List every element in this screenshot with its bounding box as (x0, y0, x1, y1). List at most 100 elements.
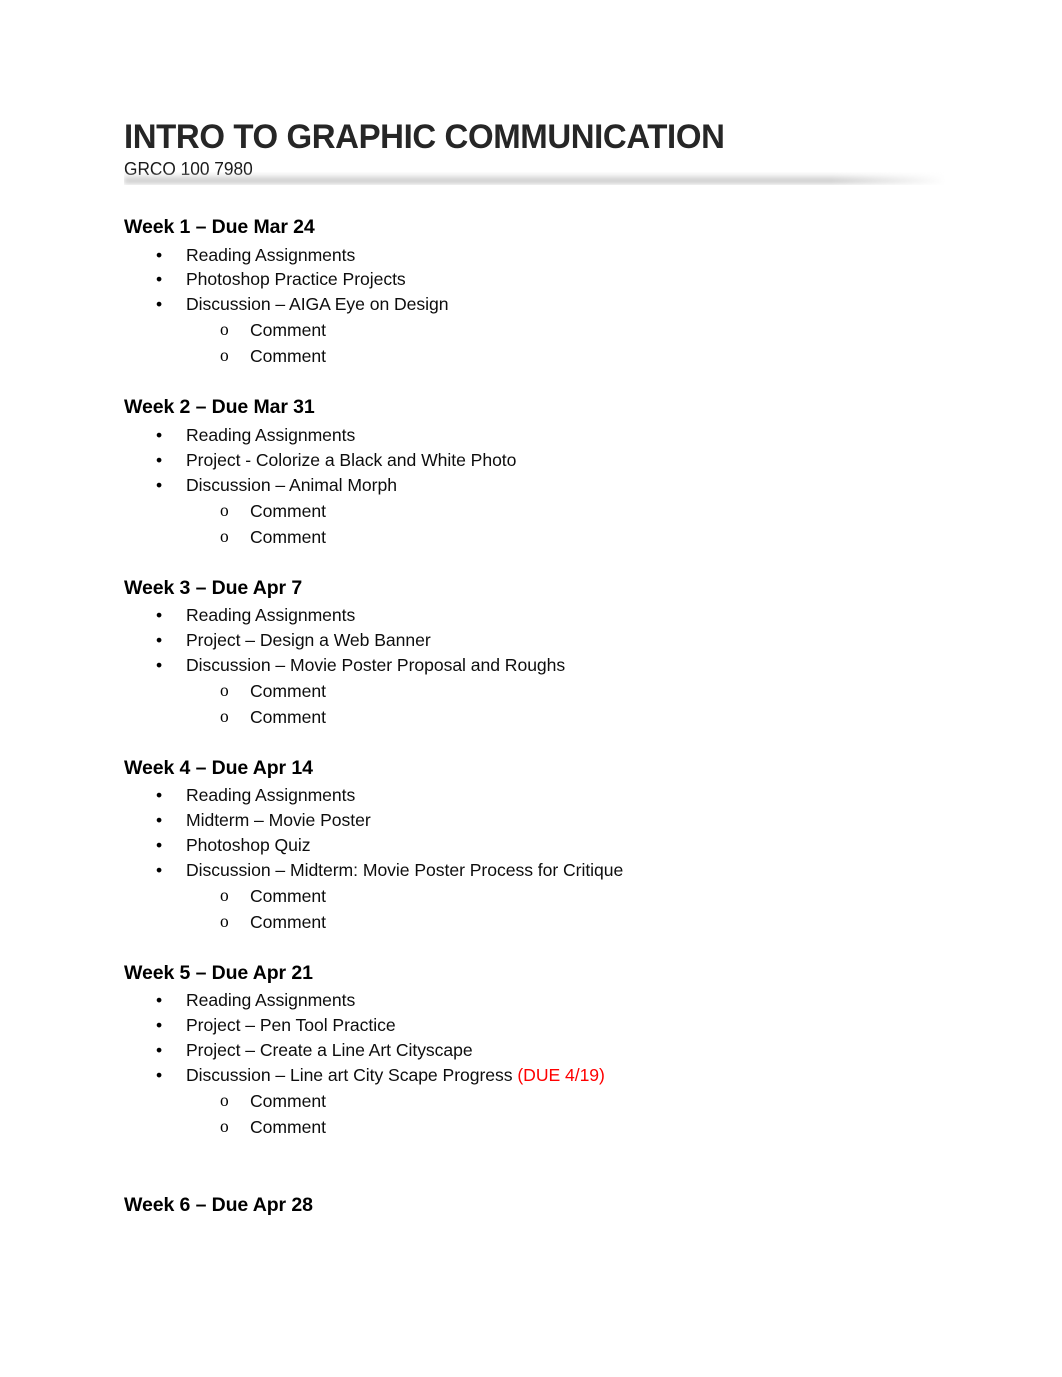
sub-list-item: o Comment (124, 317, 954, 343)
sub-list-wrapper: o Comment o Comment (124, 883, 954, 935)
list-item: • Project - Colorize a Black and White Ph… (124, 448, 954, 473)
list-item-label: Project - Colorize a Black and White Pho… (186, 449, 517, 470)
sub-list-item-label: Comment (250, 680, 326, 701)
list-item: • Reading Assignments (124, 988, 954, 1013)
assignment-list: • Reading Assignments • Project – Pen Tool … (124, 988, 954, 1140)
sub-list-wrapper: o Comment o Comment (124, 678, 954, 730)
list-item-label: Reading Assignments (186, 989, 356, 1010)
bullet-point-icon: • (156, 474, 163, 495)
bullet-point-icon: • (156, 629, 163, 650)
list-item: • Reading Assignments (124, 783, 954, 808)
week-section: Week 4 – Due Apr 14 • Reading Assignments •… (124, 755, 954, 935)
sub-bullet-circle-icon: o (220, 884, 229, 905)
bullet-point-icon: • (156, 294, 163, 315)
bullet-point-icon: • (156, 834, 163, 855)
sub-list-item-label: Comment (250, 320, 326, 341)
sub-list-wrapper: o Comment o Comment (124, 498, 954, 550)
list-item: • Discussion – Movie Poster Proposal and … (124, 653, 954, 678)
list-item: • Discussion – Midterm: Movie Poster Proc… (124, 858, 954, 883)
assignment-list: • Reading Assignments • Project – Design a … (124, 603, 954, 730)
bullet-point-icon: • (156, 449, 163, 470)
sub-list-item: o Comment (124, 678, 954, 704)
assignment-list: • Reading Assignments • Midterm – Movie Pos… (124, 783, 954, 935)
sub-list-item: o Comment (124, 883, 954, 909)
sub-bullet-circle-icon: o (220, 679, 229, 700)
sub-list-item: o Comment (124, 909, 954, 935)
sub-list-item-label: Comment (250, 346, 326, 367)
list-item: • Project – Create a Line Art Cityscape (124, 1038, 954, 1063)
document-content: INTRO TO GRAPHIC COMMUNICATION GRCO 100 … (124, 119, 954, 1218)
bullet-point-icon: • (156, 244, 163, 265)
document-page: INTRO TO GRAPHIC COMMUNICATION GRCO 100 … (0, 0, 1062, 1377)
sub-list-wrapper: o Comment o Comment (124, 317, 954, 369)
sub-list-item-label: Comment (250, 911, 326, 932)
comment-list: o Comment o Comment (124, 1088, 954, 1140)
bullet-point-icon: • (156, 269, 163, 290)
list-item-label: Reading Assignments (186, 604, 356, 625)
document-header: INTRO TO GRAPHIC COMMUNICATION GRCO 100 … (124, 119, 954, 185)
assignment-list: • Reading Assignments • Photoshop Practice … (124, 243, 954, 370)
sub-list-item: o Comment (124, 343, 954, 369)
week-heading: Week 2 – Due Mar 31 (124, 396, 315, 419)
list-item-label: Photoshop Practice Projects (186, 269, 406, 290)
list-item-label: Discussion – Midterm: Movie Poster Proce… (186, 859, 624, 880)
week-section: Week 2 – Due Mar 31 • Reading Assignments •… (124, 394, 954, 549)
week-section: Week 3 – Due Apr 7 • Reading Assignments • P… (124, 575, 954, 730)
list-item: • Discussion – Line art City Scape Progre… (124, 1063, 954, 1088)
list-item: • Discussion – AIGA Eye on Design (124, 292, 954, 317)
sub-list-item: o Comment (124, 524, 954, 550)
sub-bullet-circle-icon: o (220, 1115, 229, 1136)
list-item-label: Reading Assignments (186, 784, 356, 805)
bullet-point-icon: • (156, 654, 163, 675)
list-item: • Reading Assignments (124, 603, 954, 628)
list-item: • Photoshop Practice Projects (124, 267, 954, 292)
course-code-subtitle: GRCO 100 7980 (124, 158, 253, 179)
comment-list: o Comment o Comment (124, 883, 954, 935)
sub-list-item: o Comment (124, 498, 954, 524)
list-item-label: Midterm – Movie Poster (186, 809, 371, 830)
sub-list-item-label: Comment (250, 500, 326, 521)
list-item: • Project – Pen Tool Practice (124, 1013, 954, 1038)
sub-list-item-label: Comment (250, 706, 326, 727)
sub-bullet-circle-icon: o (220, 319, 229, 340)
list-item-label: Discussion – AIGA Eye on Design (186, 294, 449, 315)
list-item-label: Reading Assignments (186, 424, 356, 445)
comment-list: o Comment o Comment (124, 498, 954, 550)
sub-bullet-circle-icon: o (220, 705, 229, 726)
week-heading: Week 5 – Due Apr 21 (124, 961, 313, 984)
sub-list-item-label: Comment (250, 526, 326, 547)
list-item-label: Discussion – Movie Poster Proposal and R… (186, 654, 566, 675)
sub-bullet-circle-icon: o (220, 1089, 229, 1110)
bullet-point-icon: • (156, 859, 163, 880)
bullet-point-icon: • (156, 1014, 163, 1035)
bullet-point-icon: • (156, 784, 163, 805)
list-item-label: Discussion – Animal Morph (186, 474, 397, 495)
week-section: Week 1 – Due Mar 24 • Reading Assignments •… (124, 214, 954, 369)
sub-list-item-label: Comment (250, 885, 326, 906)
bullet-point-icon: • (156, 809, 163, 830)
week-sections-container: Week 1 – Due Mar 24 • Reading Assignments •… (124, 214, 954, 1218)
list-item: • Midterm – Movie Poster (124, 808, 954, 833)
bullet-point-icon: • (156, 1064, 163, 1085)
week-section: Week 6 – Due Apr 28 (124, 1192, 954, 1218)
bullet-point-icon: • (156, 604, 163, 625)
list-item: • Discussion – Animal Morph (124, 473, 954, 498)
sub-bullet-circle-icon: o (220, 525, 229, 546)
list-item: • Project – Design a Web Banner (124, 628, 954, 653)
sub-list-item: o Comment (124, 1114, 954, 1140)
list-item-label: Project – Create a Line Art Cityscape (186, 1039, 473, 1060)
assignment-list: • Reading Assignments • Project - Colorize … (124, 423, 954, 550)
week-section: Week 5 – Due Apr 21 • Reading Assignments •… (124, 960, 954, 1140)
sub-bullet-circle-icon: o (220, 345, 229, 366)
list-item: • Reading Assignments (124, 423, 954, 448)
list-item: • Reading Assignments (124, 243, 954, 268)
sub-list-item-label: Comment (250, 1090, 326, 1111)
list-item-label: Discussion – Line art City Scape Progres… (186, 1064, 518, 1085)
sub-bullet-circle-icon: o (220, 910, 229, 931)
bullet-point-icon: • (156, 1039, 163, 1060)
sub-list-item: o Comment (124, 1088, 954, 1114)
comment-list: o Comment o Comment (124, 317, 954, 369)
week-heading: Week 6 – Due Apr 28 (124, 1193, 313, 1216)
list-item-label: Reading Assignments (186, 244, 356, 265)
bullet-point-icon: • (156, 424, 163, 445)
